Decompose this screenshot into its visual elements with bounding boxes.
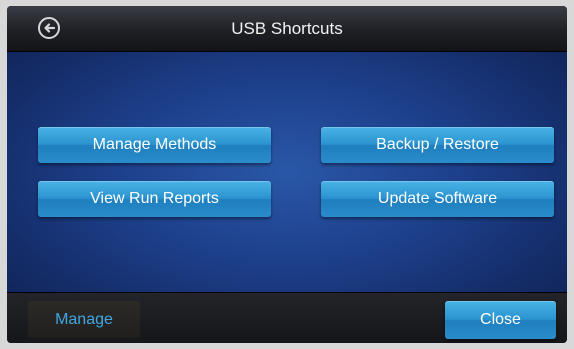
update-software-button[interactable]: Update Software xyxy=(321,181,554,217)
close-button[interactable]: Close xyxy=(445,301,556,339)
backup-restore-button[interactable]: Backup / Restore xyxy=(321,127,554,163)
manage-methods-button[interactable]: Manage Methods xyxy=(38,127,271,163)
shortcuts-panel: Manage Methods Backup / Restore View Run… xyxy=(7,52,567,292)
usb-shortcuts-screen: USB Shortcuts Manage Methods Backup / Re… xyxy=(7,6,567,343)
back-arrow-circle-icon xyxy=(44,23,55,33)
page-title: USB Shortcuts xyxy=(231,19,343,38)
view-run-reports-button[interactable]: View Run Reports xyxy=(38,181,271,217)
back-button[interactable] xyxy=(38,17,60,39)
title-bar: USB Shortcuts xyxy=(7,6,567,52)
manage-button[interactable]: Manage xyxy=(28,301,140,338)
footer-bar: Manage Close xyxy=(7,292,567,343)
